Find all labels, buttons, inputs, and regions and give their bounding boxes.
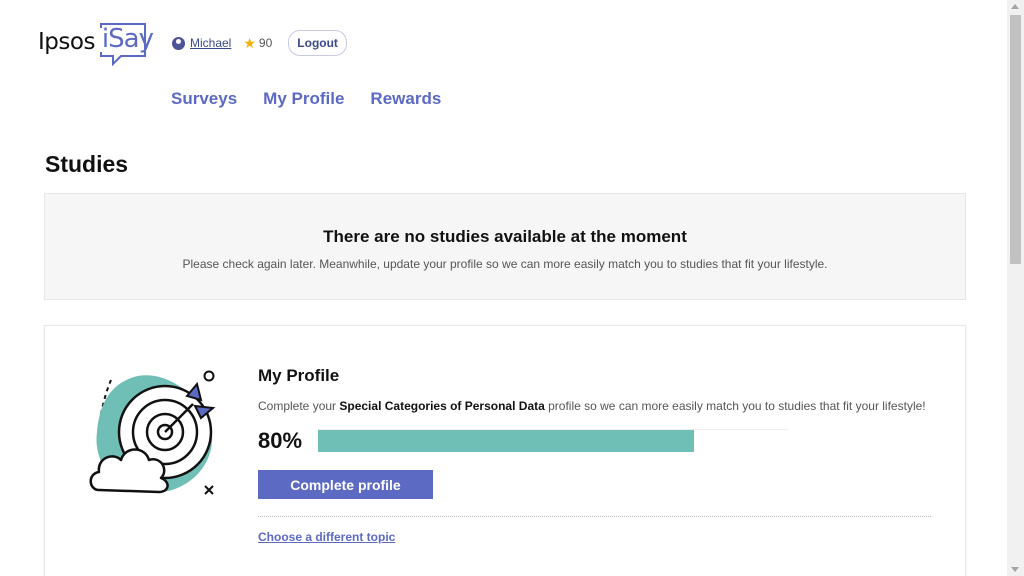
choose-different-topic-link[interactable]: Choose a different topic: [258, 530, 395, 544]
nav-surveys[interactable]: Surveys: [171, 89, 237, 109]
desc-suffix: profile so we can more easily match you …: [544, 399, 926, 413]
logo-ipsos-text: Ipsos: [38, 29, 95, 55]
profile-card-title: My Profile: [258, 366, 340, 385]
logout-button[interactable]: Logout: [288, 30, 347, 56]
profile-card: My Profile Complete your Special Categor…: [44, 325, 966, 576]
logo-isay-text: iSay: [101, 24, 154, 54]
scroll-down-arrow-icon[interactable]: [1011, 567, 1019, 572]
logo-isay: iSay: [99, 22, 154, 68]
desc-highlight: Special Categories of Personal Data: [339, 399, 545, 413]
profile-card-content: My Profile Complete your Special Categor…: [258, 366, 931, 546]
no-studies-notice: There are no studies available at the mo…: [44, 193, 966, 300]
progress-track: [318, 429, 788, 453]
complete-profile-button[interactable]: Complete profile: [258, 470, 433, 499]
divider: [258, 516, 931, 517]
page-title: Studies: [45, 151, 129, 177]
star-icon: ★: [243, 35, 256, 51]
profile-progress: 80%: [258, 428, 931, 454]
notice-title: There are no studies available at the mo…: [323, 227, 687, 246]
scroll-thumb[interactable]: [1010, 15, 1021, 264]
user-bar: Michael ★ 90 Logout: [172, 30, 347, 56]
user-name-link[interactable]: Michael: [190, 36, 231, 50]
nav-rewards[interactable]: Rewards: [370, 89, 441, 109]
notice-text: Please check again later. Meanwhile, upd…: [182, 257, 828, 271]
user-circle-icon: [172, 36, 185, 50]
desc-prefix: Complete your: [258, 399, 340, 413]
main-nav: Surveys My Profile Rewards: [171, 89, 441, 109]
vertical-scrollbar[interactable]: [1007, 0, 1024, 576]
progress-percent: 80%: [258, 428, 303, 453]
profile-card-description: Complete your Special Categories of Pers…: [258, 398, 931, 414]
ipsos-isay-logo[interactable]: Ipsos iSay: [38, 20, 154, 68]
points-count: 90: [258, 36, 273, 50]
progress-fill: [318, 430, 694, 452]
scroll-up-arrow-icon[interactable]: [1011, 4, 1019, 9]
nav-my-profile[interactable]: My Profile: [263, 89, 344, 109]
target-arrow-illustration: [89, 370, 216, 495]
